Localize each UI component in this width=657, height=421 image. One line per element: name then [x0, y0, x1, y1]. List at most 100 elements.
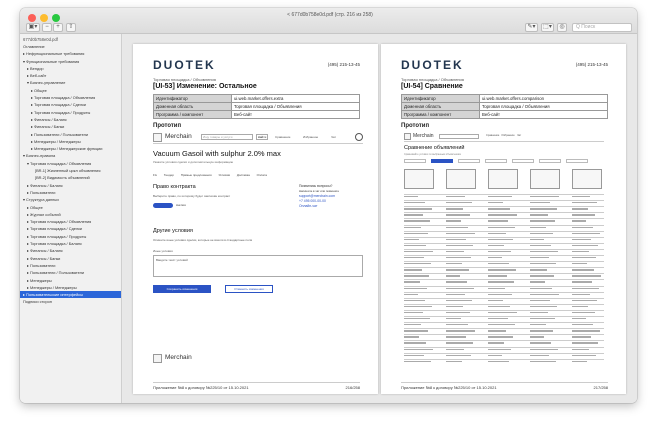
image-placeholder-icon [572, 169, 602, 189]
close-window-button[interactable] [28, 14, 36, 22]
duotek-logo: DUOTEK [401, 58, 464, 72]
mock-comparison-subtitle: Сравнивайте условия по выбранным объявле… [404, 153, 461, 156]
search-input[interactable]: Q Поиск [572, 23, 632, 32]
mock-cell-text [488, 226, 515, 228]
mock-toggle [153, 203, 173, 208]
mock-cell-text [446, 336, 466, 338]
zoom-in-button[interactable]: + [53, 23, 63, 32]
mock-cell-text [488, 214, 517, 216]
page-number: 216/258 [345, 385, 360, 390]
table-value: Торговая площадка / Объявления [479, 102, 608, 111]
info-table: Идентификатор ui.web.market.offers.compar… [401, 94, 608, 119]
sidebar-outline-item[interactable]: ▸ Нефункциональные требования [20, 50, 121, 57]
markup-button[interactable]: ✎▾ [525, 23, 538, 32]
mock-cell-text [446, 330, 475, 332]
sidebar-outline-item[interactable]: Подписи сторон [20, 298, 121, 305]
mock-cell-text [488, 324, 515, 326]
mock-terms-input: Введите текст условий [153, 255, 363, 277]
sidebar-outline-item[interactable]: ▸ Финансы / Баланс [20, 247, 121, 254]
sidebar-outline-item[interactable]: ▸ Менеджеры / Менеджерские функции [20, 145, 121, 152]
mock-cell-text [404, 275, 429, 277]
logo-placeholder-icon [153, 133, 162, 142]
sidebar-outline-item[interactable]: ▸ Пользовательские интерфейсы [20, 291, 121, 299]
mock-cell-text [488, 220, 508, 222]
sidebar-outline-item[interactable]: ▸ Общее [20, 204, 121, 211]
sidebar-outline-item[interactable]: ▸ Общее [20, 87, 121, 94]
mock-logo: Merchain [413, 133, 434, 139]
sidebar-outline-item[interactable]: ▸ Пользователи / Пользователи [20, 269, 121, 276]
mock-cell-text [530, 336, 544, 338]
mock-cell-text [488, 281, 514, 283]
mock-cell-text [530, 354, 549, 356]
sidebar-outline-item[interactable]: ▸ Журнал событий [20, 211, 121, 218]
sidebar-outline-item[interactable]: ▸ Вендор [20, 65, 121, 72]
mock-cell-text [404, 196, 418, 198]
sidebar-outline-item[interactable]: ▸ Пользователи [20, 189, 121, 196]
sidebar-outline-item[interactable]: ▸ Торговая площадка / Объявления [20, 94, 121, 101]
zoom-out-button[interactable]: − [42, 23, 52, 32]
mock-cell-text [530, 257, 549, 259]
sidebar-outline-item[interactable]: ▸ Торговая площадка / Продукты [20, 233, 121, 240]
mock-cell-text [488, 299, 503, 302]
sidebar-toggle-button[interactable]: ▣▾ [26, 23, 40, 32]
mock-filter: Доставка [236, 173, 250, 177]
pdf-page-217: DUOTEK (495) 215-13-45 Торговая площадка… [381, 44, 626, 394]
mock-cell-text [488, 293, 512, 295]
logo-placeholder-icon [404, 133, 411, 140]
mock-search-input: Ищу товары и услуги [201, 134, 253, 140]
mock-save-button: Сохранить изменения [153, 285, 211, 293]
mock-cell-text [488, 250, 511, 253]
document-area[interactable]: DUOTEK (495) 215-13-45 Торговая площадка… [123, 34, 637, 403]
annotate-button[interactable]: ◎ [557, 23, 567, 32]
sidebar-outline-item[interactable]: ▸ Финансы / Банки [20, 123, 121, 130]
sidebar-outline-item[interactable]: [BR-2] Видимость объявлений [20, 174, 121, 181]
mock-cell-text [404, 299, 425, 302]
sidebar-outline-item[interactable]: ▸ Менеджеры / Менеджеры [20, 284, 121, 291]
table-row: Программа / компонент Веб-сайт [401, 110, 608, 119]
sidebar-outline-item[interactable]: ▸ Финансы / Баланс [20, 182, 121, 189]
footer-text: Приложение №8 к договору №225/10 от 15.1… [401, 385, 497, 390]
page-title: [UI-54] Сравнение [401, 83, 463, 90]
sidebar-outline-item[interactable]: ▾ Торговая площадка / Объявления [20, 160, 121, 167]
sidebar-file-name[interactable]: 677d0b758e0d.pdf [20, 34, 121, 43]
mock-cell-text [572, 196, 590, 198]
mock-cell-text [488, 342, 504, 344]
sidebar-outline-item[interactable]: ▸ Пользователи / Пользователи [20, 131, 121, 138]
table-row: Программа / компонент Веб-сайт [153, 110, 360, 119]
sidebar-outline-item[interactable]: ▸ Торговая площадка / Продукты [20, 109, 121, 116]
sidebar-outline-item[interactable]: ▸ Финансы / Баланс [20, 116, 121, 123]
mock-cell-text [446, 342, 473, 344]
mock-cell-text [488, 257, 502, 259]
share-button[interactable]: ⇧ [66, 23, 76, 32]
sidebar-outline-item[interactable]: ▸ Менеджеры / Менеджеры [20, 138, 121, 145]
footer-text: Приложение №8 к договору №225/10 от 15.1… [153, 385, 249, 390]
zoom-window-button[interactable] [52, 14, 60, 22]
sidebar-outline-item[interactable]: ▾ Функциональные требования [20, 58, 121, 65]
sidebar-outline-item[interactable]: ▸ Торговая площадка / Сделки [20, 225, 121, 232]
sidebar-outline-item[interactable]: ▸ Менеджеры [20, 277, 121, 284]
mock-nav-compare: Сравнение [486, 134, 500, 137]
image-placeholder-icon [530, 169, 560, 189]
sidebar-outline-item[interactable]: ▾ Бизнес-правила [20, 152, 121, 159]
sidebar-outline-item[interactable]: ▸ Веб-сайт [20, 72, 121, 79]
mock-cell-text [530, 263, 556, 265]
rotate-button[interactable]: ⬚▾ [541, 23, 554, 32]
sidebar-outline-item[interactable]: ▾ Структура данных [20, 196, 121, 203]
sidebar-outline-item[interactable]: ▸ Торговая площадка / Сделки [20, 101, 121, 108]
sidebar-outline-item[interactable]: [BR-1] Жизненный цикл объявления [20, 167, 121, 174]
sidebar-outline-item[interactable]: ▸ Финансы / Банки [20, 255, 121, 262]
sidebar-outline-item[interactable]: ▾ Бизнес-управление [20, 79, 121, 86]
mock-filter: Тендер [163, 173, 174, 177]
mock-cell-text [446, 226, 468, 228]
sidebar-outline-item[interactable]: ▸ Пользователи [20, 262, 121, 269]
mock-cell-text [488, 287, 505, 289]
sidebar-outline-item[interactable]: Оглавление [20, 43, 121, 50]
minimize-window-button[interactable] [40, 14, 48, 22]
phone-number: (495) 215-13-45 [327, 62, 360, 67]
mock-cell-text [530, 238, 544, 241]
mock-cell-text [572, 257, 596, 259]
sidebar-outline-item[interactable]: ▸ Торговая площадка / Объявления [20, 218, 121, 225]
phone-number: (495) 215-13-45 [575, 62, 608, 67]
sidebar-outline-item[interactable]: ▸ Торговая площадка / Баланс [20, 240, 121, 247]
mock-cell-text [572, 293, 590, 295]
